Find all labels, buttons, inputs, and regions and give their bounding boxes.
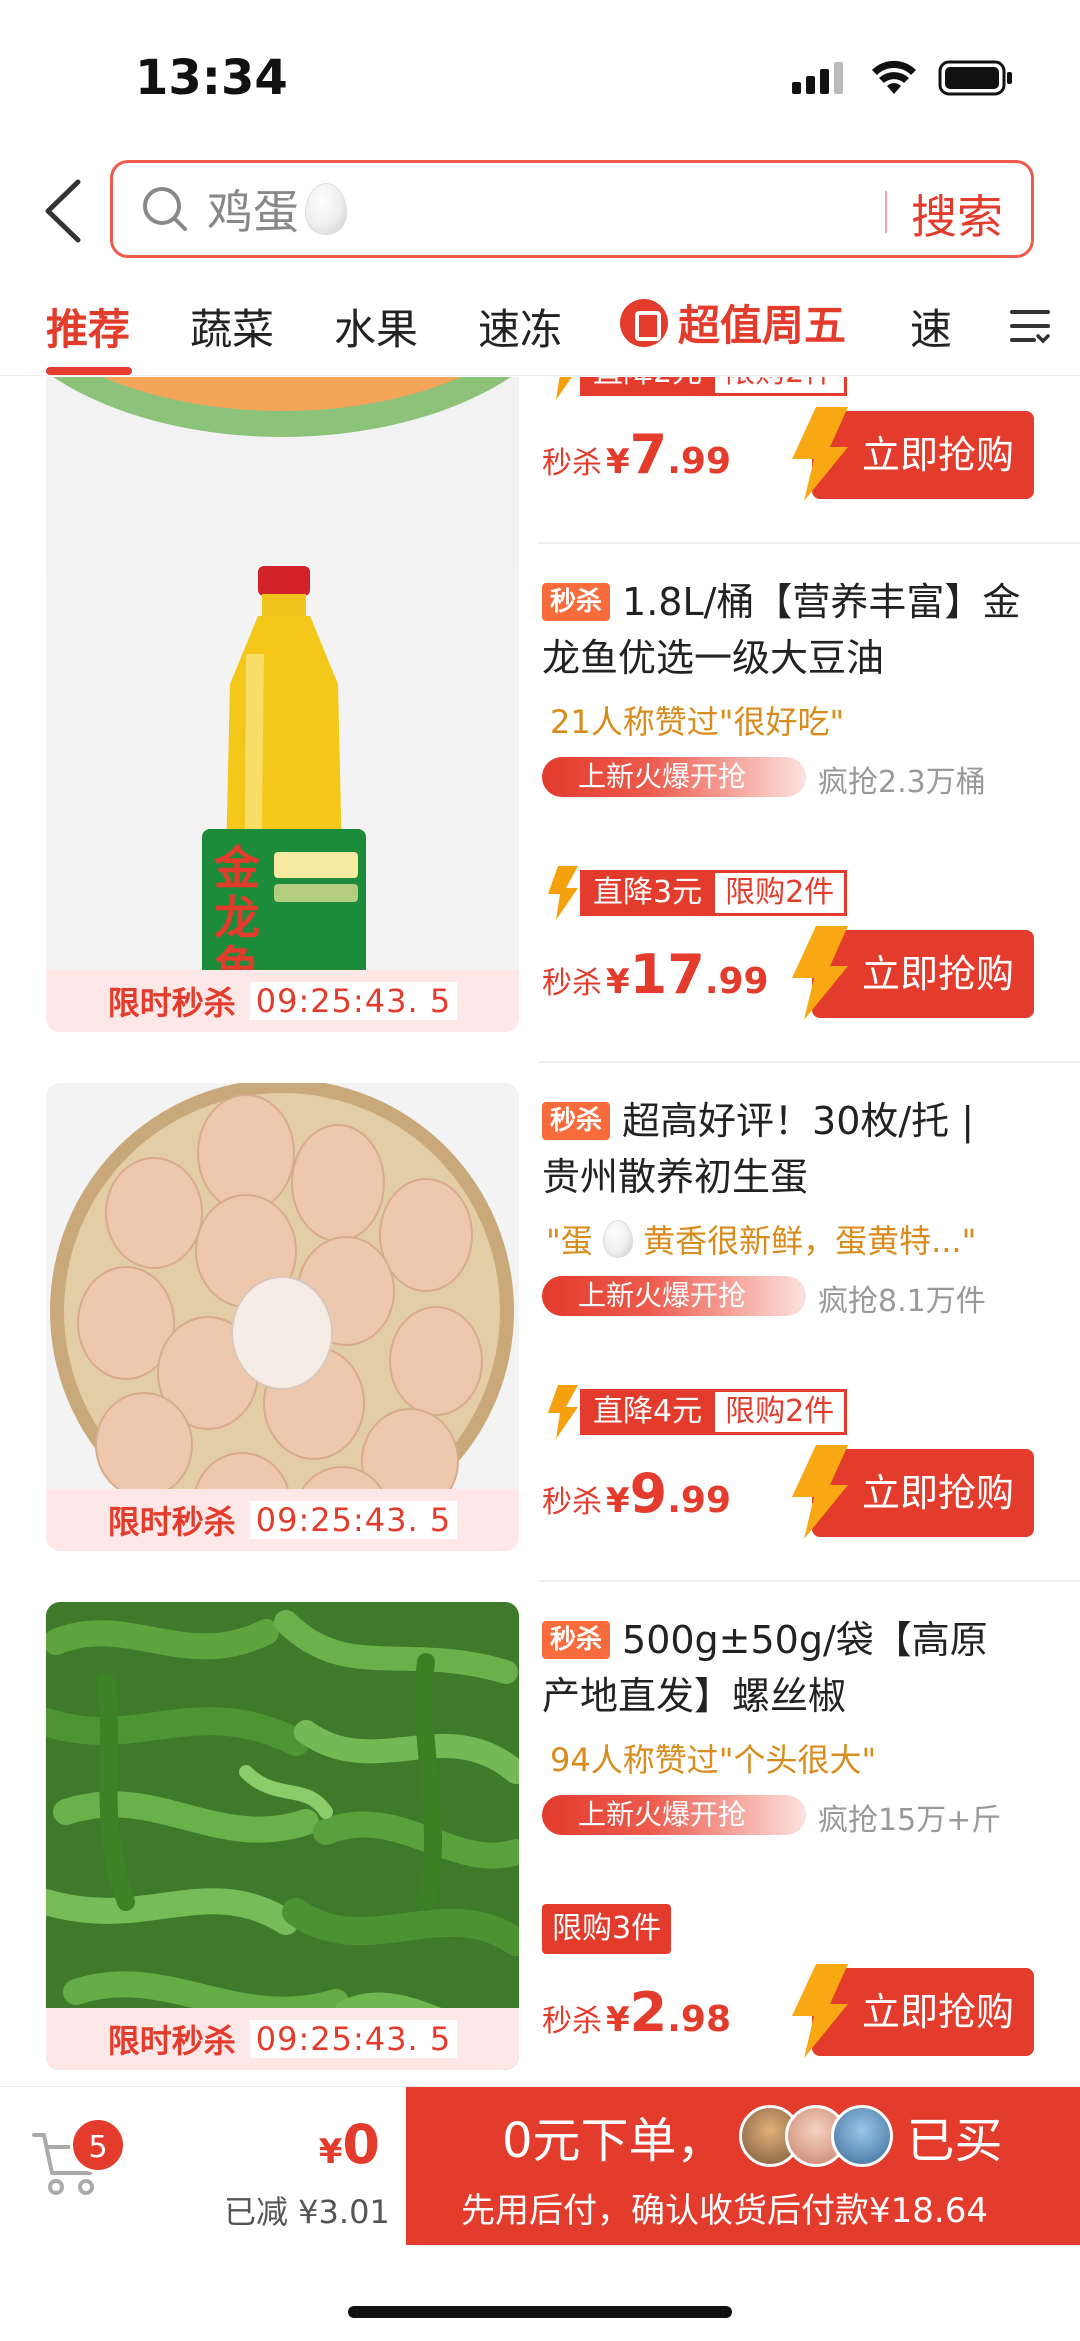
seckill-badge: 秒杀 [542, 1621, 611, 1659]
wifi-icon [872, 60, 916, 94]
product-list: 限时秒杀 09:25:43. 5 直降2元 限购2件 秒杀 ¥ 7 .99 立即… [0, 377, 1080, 2086]
peppers-image [46, 1602, 519, 2070]
eggs-image [46, 1083, 519, 1551]
tab-vegetables[interactable]: 蔬菜 [190, 296, 274, 357]
sold-count: 疯抢8.1万件 [818, 1284, 986, 1319]
lightning-icon [792, 926, 848, 1020]
lightning-icon [792, 407, 848, 501]
search-input[interactable]: 鸡蛋 [207, 176, 347, 242]
arrow-down-icon [556, 377, 572, 400]
lightning-icon [792, 1964, 848, 2058]
arrow-down-icon [548, 866, 578, 920]
egg-emoji-icon [602, 1220, 633, 1258]
svg-text:金: 金 [213, 841, 261, 895]
hot-sale-pill: 上新火爆开抢 [542, 1795, 806, 1835]
hot-sale-pill: 上新火爆开抢 [542, 757, 806, 797]
hot-sale-pill: 上新火爆开抢 [542, 1276, 806, 1316]
lightning-icon [792, 1445, 848, 1539]
back-icon[interactable] [40, 178, 90, 244]
status-time: 13:34 [135, 50, 288, 106]
sold-count: 疯抢2.3万桶 [818, 765, 986, 800]
flash-sale-timer: 限时秒杀 09:25:43. 5 [46, 2008, 519, 2070]
sold-count: 疯抢15万+斤 [818, 1803, 1002, 1838]
tab-value-friday[interactable]: 超值周五 [620, 292, 846, 353]
tab-fruits[interactable]: 水果 [334, 296, 418, 357]
buy-now-button[interactable]: 立即抢购 [786, 407, 1034, 501]
praise-text: 94人称赞过"个头很大" [550, 1741, 877, 1779]
checkout-bar: 5 ¥ 0 已减 ¥3.01 0元下单， 已买 先用后付，确认收货后付款¥18.… [0, 2086, 1080, 2245]
cellular-signal-icon [792, 62, 843, 94]
tab-recommend[interactable]: 推荐 [46, 296, 130, 357]
product-title[interactable]: 秒杀 超高好评！30枚/托 | 贵州散养初生蛋 [542, 1093, 1022, 1205]
flash-sale-timer: 限时秒杀 09:25:43. 5 [46, 1489, 519, 1551]
price-drop-tag: 直降4元 限购2件 [542, 1385, 848, 1439]
purchase-limit-tag: 限购3件 [542, 1904, 672, 1954]
buy-now-button[interactable]: 立即抢购 [786, 1445, 1034, 1539]
tab-frozen[interactable]: 速冻 [478, 296, 562, 357]
search-query: 鸡蛋 [207, 185, 299, 239]
price-drop-tag: 直降2元 限购2件 [542, 377, 848, 400]
praise-text: 21人称赞过"很好吃" [550, 703, 845, 741]
product-image-soybean-oil[interactable]: 金 龙 鱼 限时秒杀 09:25:43. 5 [46, 564, 519, 1032]
product-image-eggs[interactable]: 限时秒杀 09:25:43. 5 [46, 1083, 519, 1551]
buy-now-button[interactable]: 立即抢购 [786, 926, 1034, 1020]
product-price: 秒杀 ¥ 2 .98 [542, 1981, 732, 2044]
shopping-bag-icon [620, 298, 668, 347]
buyer-avatars [738, 2105, 893, 2167]
price-drop-tag: 直降3元 限购2件 [542, 866, 848, 920]
category-menu-icon[interactable] [1010, 308, 1050, 344]
product-price: 秒杀 ¥ 17 .99 [542, 943, 769, 1006]
tab-value-friday-label: 超值周五 [678, 301, 847, 350]
soybean-oil-image: 金 龙 鱼 [46, 564, 519, 1032]
product-price: 秒杀 ¥ 7 .99 [542, 423, 732, 486]
flash-sale-timer: 限时秒杀 09:25:43. 5 [46, 970, 519, 1032]
checkout-note: 先用后付，确认收货后付款¥18.64 [461, 2191, 988, 2231]
search-box[interactable]: 鸡蛋 搜索 [110, 160, 1034, 258]
tab-active-indicator [46, 367, 132, 375]
seckill-badge: 秒杀 [542, 1102, 611, 1140]
product-price: 秒杀 ¥ 9 .99 [542, 1462, 732, 1525]
svg-text:龙: 龙 [214, 891, 260, 945]
buy-now-button[interactable]: 立即抢购 [786, 1964, 1034, 2058]
home-indicator [348, 2306, 732, 2318]
arrow-down-icon [548, 1385, 578, 1439]
category-tabs: 推荐 蔬菜 水果 速冻 超值周五 速 [0, 290, 1080, 376]
total-price: ¥ 0 [318, 2113, 380, 2176]
praise-text: "蛋 黄香很新鲜，蛋黄特..." [546, 1220, 977, 1260]
product-image-peppers[interactable]: 限时秒杀 09:25:43. 5 [46, 1602, 519, 2070]
battery-icon [938, 60, 1012, 96]
product-title[interactable]: 秒杀 1.8L/桶【营养丰富】金龙鱼优选一级大豆油 [542, 574, 1022, 686]
seckill-badge: 秒杀 [542, 583, 611, 621]
avatar [830, 2105, 893, 2167]
discount-amount: 已减 ¥3.01 [224, 2193, 390, 2231]
egg-emoji-icon [305, 183, 347, 235]
cart-count-badge: 5 [70, 2117, 126, 2173]
search-separator [885, 191, 887, 233]
search-icon [143, 187, 187, 231]
search-button[interactable]: 搜索 [911, 181, 1003, 247]
product-title[interactable]: 秒杀 500g±50g/袋【高原产地直发】螺丝椒 [542, 1612, 1022, 1724]
status-icons [792, 60, 1014, 96]
checkout-button[interactable]: 0元下单， 已买 先用后付，确认收货后付款¥18.64 [406, 2087, 1080, 2245]
